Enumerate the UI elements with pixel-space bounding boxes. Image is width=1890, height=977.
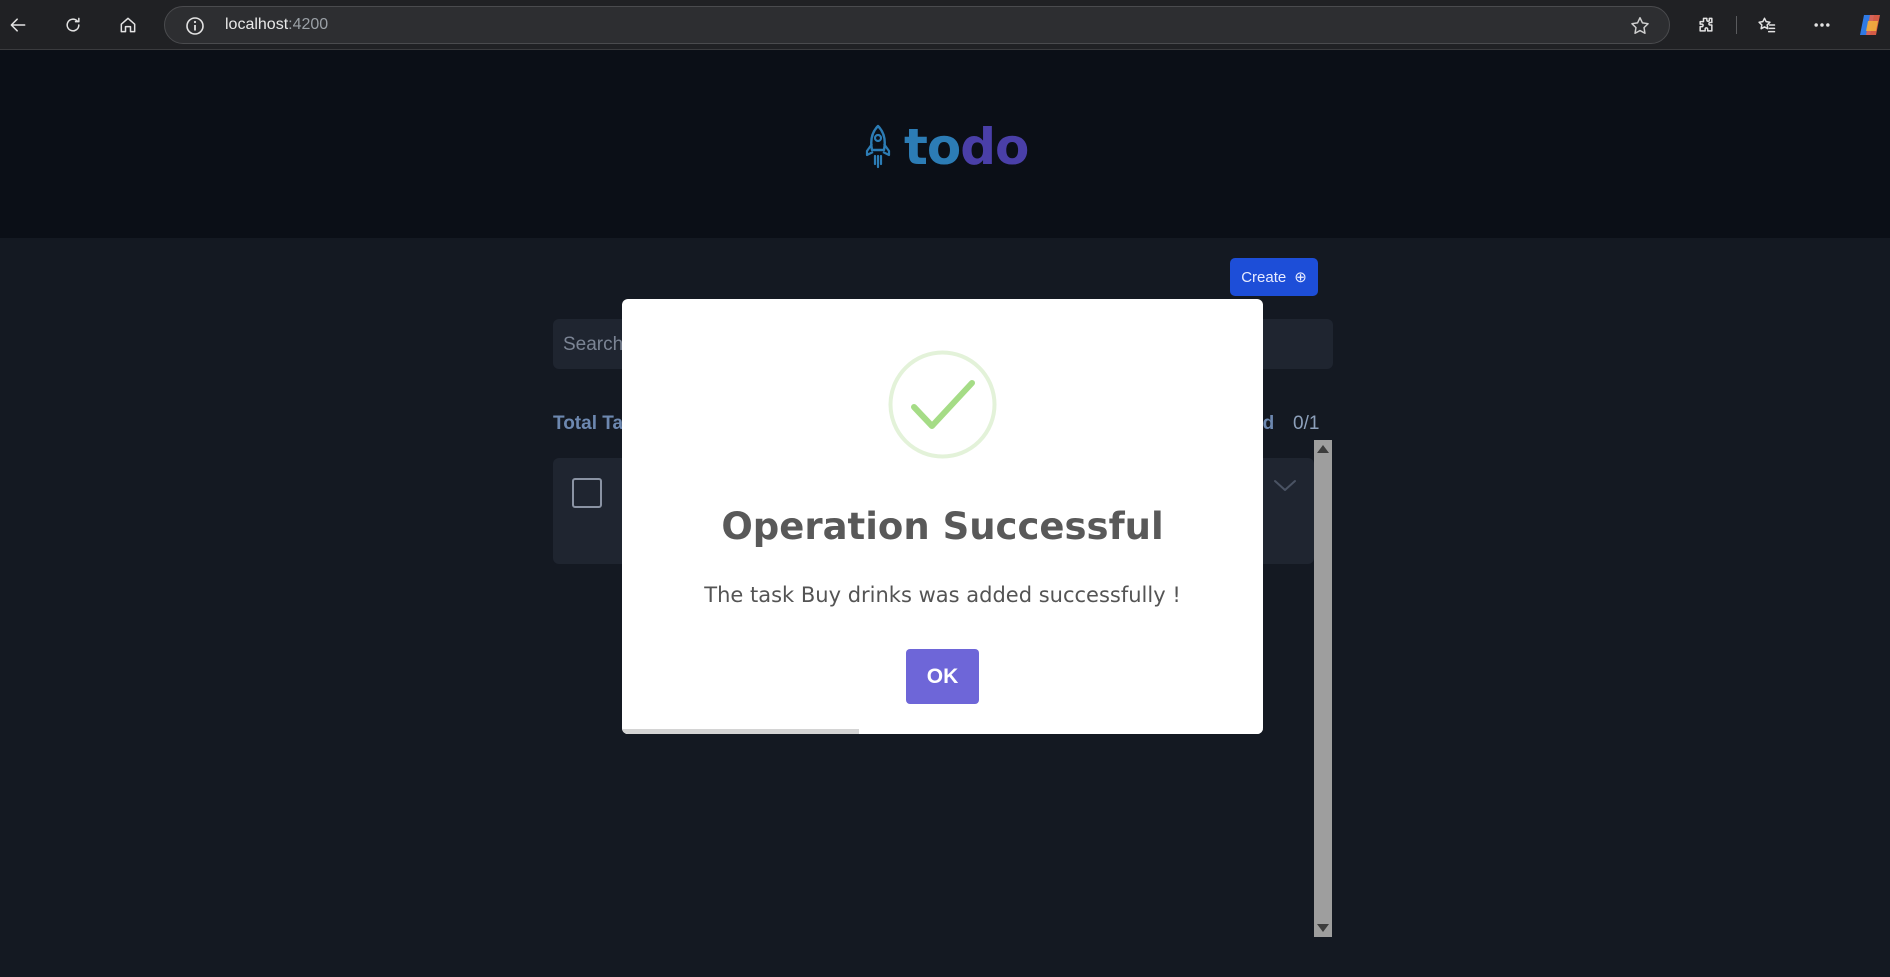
timer-progress-track	[622, 729, 1263, 734]
app-title-part2: do	[960, 118, 1029, 176]
url-host: localhost	[225, 16, 289, 33]
app-logo: todo	[862, 122, 1029, 172]
success-dialog: Operation Successful The task Buy drinks…	[622, 299, 1263, 734]
chevron-down-icon[interactable]	[1271, 474, 1299, 496]
more-dots-icon	[1814, 23, 1830, 27]
extensions-button[interactable]	[1690, 9, 1722, 41]
favorites-icon	[1758, 17, 1776, 33]
rocket-icon	[865, 124, 891, 169]
address-bar[interactable]: localhost:4200	[164, 6, 1670, 44]
task-checkbox[interactable]	[572, 478, 602, 508]
total-tasks-label: Total Ta	[553, 413, 624, 434]
copilot-icon[interactable]	[1858, 13, 1884, 37]
search-placeholder: Search	[563, 334, 624, 355]
refresh-button[interactable]	[57, 9, 89, 41]
home-icon	[120, 17, 136, 33]
more-menu-button[interactable]	[1806, 9, 1838, 41]
create-task-button[interactable]: Create ⊕	[1230, 258, 1318, 296]
favorites-button[interactable]	[1751, 9, 1783, 41]
create-button-label: Create	[1241, 268, 1287, 286]
dialog-message: The task Buy drinks was added successful…	[704, 583, 1181, 607]
success-check-icon	[888, 350, 997, 459]
url-port: :4200	[288, 16, 329, 33]
site-info-icon[interactable]	[185, 16, 205, 36]
completed-count: 0/1	[1293, 413, 1320, 434]
toolbar-divider	[1736, 16, 1737, 34]
scroll-down-arrow-icon[interactable]	[1317, 924, 1329, 932]
refresh-icon	[66, 17, 80, 32]
home-button[interactable]	[112, 9, 144, 41]
back-button[interactable]	[2, 9, 34, 41]
scroll-up-arrow-icon[interactable]	[1317, 445, 1329, 453]
favorite-star-icon[interactable]	[1629, 15, 1651, 37]
url-text[interactable]: localhost:4200	[225, 16, 328, 34]
dialog-title: Operation Successful	[721, 505, 1164, 548]
timer-progress-bar	[622, 729, 860, 734]
scrollbar[interactable]	[1314, 440, 1332, 937]
puzzle-icon	[1699, 17, 1713, 32]
app-title-part1: to	[904, 118, 961, 176]
app-header: todo	[0, 50, 1890, 238]
plus-circle-icon: ⊕	[1294, 269, 1307, 286]
back-arrow-icon	[10, 18, 26, 32]
app-title: todo	[904, 122, 1029, 172]
ok-button[interactable]: OK	[906, 649, 979, 704]
browser-toolbar: localhost:4200	[0, 0, 1890, 50]
